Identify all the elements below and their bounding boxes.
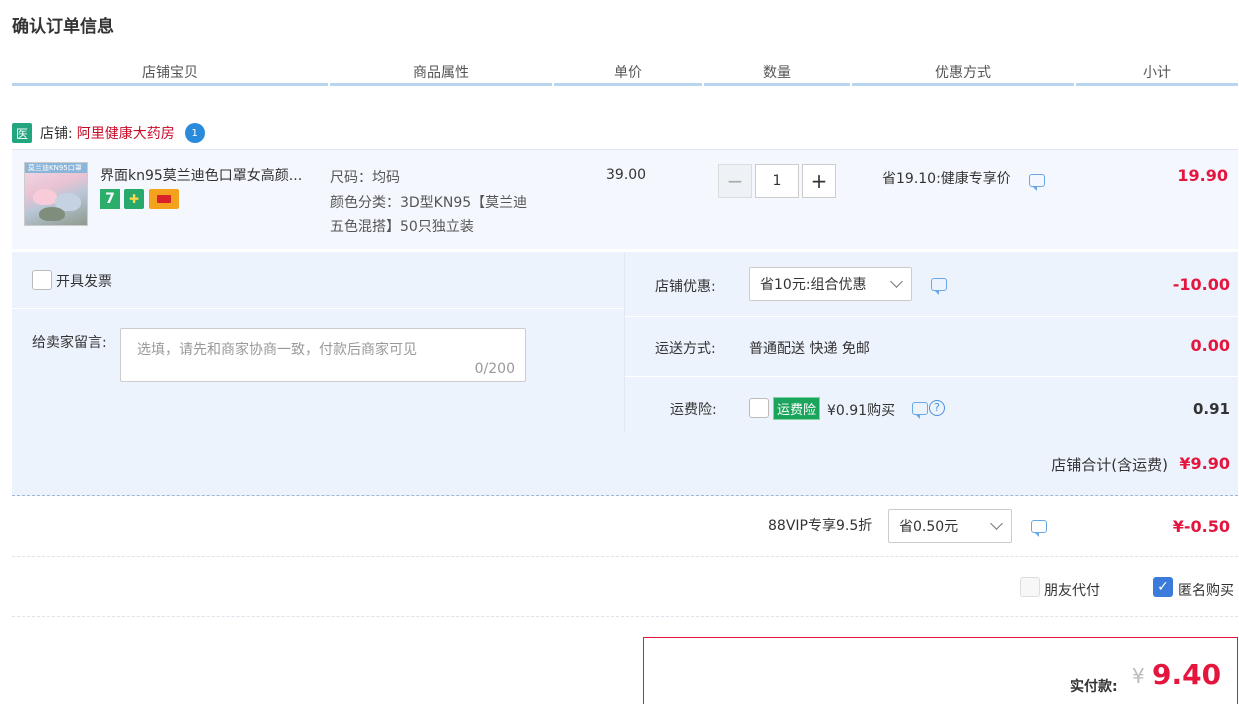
product-title-link[interactable]: 界面kn95莫兰迪色口罩女高颜...: [100, 165, 318, 185]
unit-price: 39.00: [606, 167, 647, 183]
payment-amount: 9.40: [1152, 658, 1222, 691]
guarantee-shield-icon: ✚: [124, 189, 144, 209]
chevron-down-icon: [990, 517, 1003, 530]
shop-row: 医 店铺: 阿里健康大药房 1: [12, 122, 205, 144]
discount-info-icon[interactable]: [1029, 174, 1045, 191]
invoice-checkbox[interactable]: [32, 270, 52, 290]
shop-total-row: 店铺合计(含运费) ¥9.90: [12, 432, 1238, 496]
insurance-label: 运费险:: [670, 402, 717, 418]
insurance-badge: 运费险: [773, 397, 821, 420]
memo-char-count: 0/200: [474, 361, 515, 377]
shop-total-label: 店铺合计(含运费): [1051, 456, 1168, 474]
shop-label: 店铺:: [40, 126, 73, 142]
divider: [625, 376, 1238, 377]
order-options-panel: 开具发票 给卖家留言: 选填，请先和商家协商一致，付款后商家可见 0/200 店…: [12, 252, 1238, 432]
memo-placeholder: 选填，请先和商家协商一致，付款后商家可见: [137, 342, 417, 358]
pharmacy-badge-icon: 医: [12, 123, 32, 143]
insurance-checkbox[interactable]: [749, 398, 769, 418]
shop-discount-value: 省10元:组合优惠: [760, 277, 867, 293]
insurance-amount: 0.91: [1192, 400, 1230, 418]
column-header-shop-item: 店铺宝贝: [12, 62, 328, 86]
quantity-input[interactable]: 1: [755, 164, 799, 198]
item-subtotal: 19.90: [1177, 166, 1228, 185]
payment-currency: ¥: [1132, 664, 1145, 688]
item-discount-text: 省19.10:健康专享价: [882, 171, 1011, 187]
mask-shape: [33, 189, 57, 205]
seller-memo-textarea[interactable]: 选填，请先和商家协商一致，付款后商家可见 0/200: [120, 328, 526, 382]
insurance-info-icon[interactable]: [912, 402, 928, 419]
shop-discount-select[interactable]: 省10元:组合优惠: [749, 267, 912, 301]
column-header-attributes: 商品属性: [330, 62, 552, 86]
vip-discount-value: 省0.50元: [899, 519, 959, 535]
product-attr-color-line1: 颜色分类：3D型KN95【莫兰迪: [330, 195, 528, 211]
column-header-quantity: 数量: [704, 62, 850, 86]
column-header-unit-price: 单价: [554, 62, 702, 86]
shipping-label: 运送方式:: [655, 341, 716, 357]
vip-discount-label: 88VIP专享9.5折: [768, 518, 873, 534]
shipping-amount: 0.00: [1190, 336, 1230, 355]
shop-discount-info-icon[interactable]: [931, 278, 947, 295]
quantity-increase-button[interactable]: +: [802, 164, 836, 198]
quantity-decrease-button[interactable]: −: [718, 164, 752, 198]
product-attr-color-line2: 五色混搭】50只独立装: [330, 219, 474, 235]
shop-discount-label: 店铺优惠:: [655, 279, 716, 295]
shop-total-amount: ¥9.90: [1179, 454, 1230, 473]
anonymous-checkbox[interactable]: ✓: [1153, 577, 1173, 597]
divider: [12, 308, 624, 309]
payment-label: 实付款:: [1070, 679, 1118, 695]
vip-discount-amount: ¥-0.50: [1172, 517, 1230, 536]
payment-options-row: 朋友代付 ✓ 匿名购买: [12, 557, 1238, 617]
product-attr-size: 尺码：均码: [330, 170, 400, 186]
insurance-price: ¥0.91购买: [827, 403, 896, 419]
mask-shape: [39, 207, 65, 221]
shop-discount-amount: -10.00: [1172, 275, 1230, 294]
shop-name-link[interactable]: 阿里健康大药房: [77, 123, 175, 143]
column-header-subtotal: 小计: [1076, 62, 1238, 86]
product-thumbnail[interactable]: 莫兰迪KN95口罩: [24, 162, 88, 226]
seven-day-return-icon: 7: [100, 189, 120, 209]
chevron-down-icon: [890, 275, 903, 288]
divider: [625, 316, 1238, 317]
column-header-discount: 优惠方式: [852, 62, 1074, 86]
invoice-label: 开具发票: [56, 274, 112, 290]
credit-card-icon: [149, 189, 179, 209]
page-title: 确认订单信息: [12, 17, 114, 37]
payment-summary-box: 实付款: ¥ 9.40: [643, 637, 1238, 704]
order-item-row: 莫兰迪KN95口罩 界面kn95莫兰迪色口罩女高颜... 7 ✚ 尺码：均码 颜…: [12, 149, 1238, 249]
shipping-method: 普通配送 快递 免邮: [749, 341, 870, 357]
thumbnail-caption: 莫兰迪KN95口罩: [25, 163, 87, 173]
anonymous-label: 匿名购买: [1178, 583, 1234, 599]
friend-pay-label: 朋友代付: [1044, 583, 1100, 599]
divider: [624, 252, 625, 432]
help-icon[interactable]: ?: [929, 400, 945, 416]
vip-info-icon[interactable]: [1031, 520, 1047, 537]
vip-discount-row: 88VIP专享9.5折 省0.50元 ¥-0.50: [12, 497, 1238, 557]
friend-pay-checkbox[interactable]: [1020, 577, 1040, 597]
wangwang-chat-icon[interactable]: 1: [184, 123, 205, 143]
vip-discount-select[interactable]: 省0.50元: [888, 509, 1012, 543]
memo-label: 给卖家留言:: [32, 335, 107, 351]
